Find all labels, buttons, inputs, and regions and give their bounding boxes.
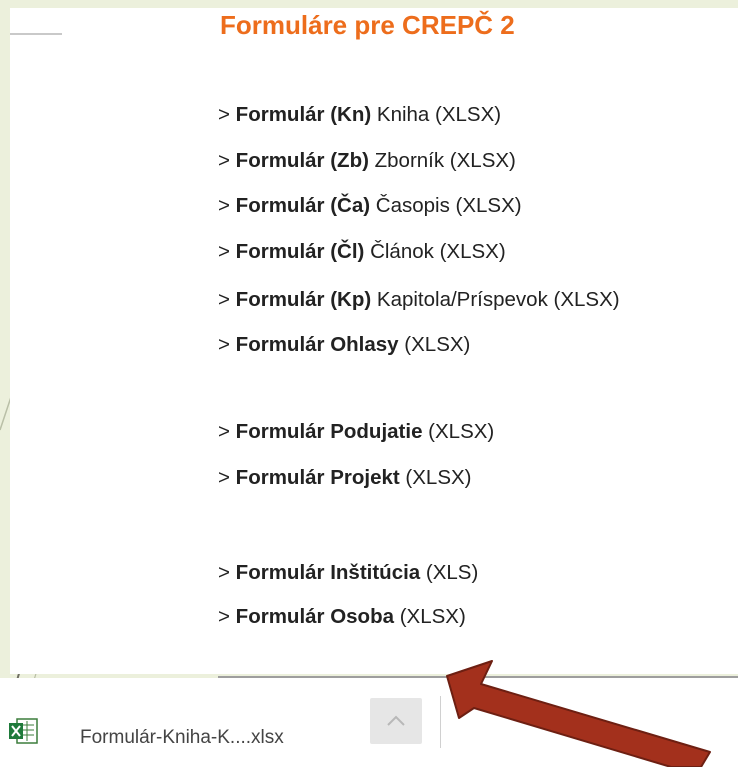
link-label: (XLS) bbox=[420, 561, 479, 584]
download-bar: Formulár-Kniha-K....xlsx bbox=[0, 678, 738, 767]
link-bold-label: Formulár Projekt bbox=[235, 466, 400, 489]
link-bold-label: Formulár Osoba bbox=[235, 605, 395, 628]
link-bold-label: Formulár Inštitúcia bbox=[235, 561, 421, 584]
link-bold-label: Formulár (Čl) bbox=[235, 240, 365, 263]
form-link-ohlasy[interactable]: > Formulár Ohlasy (XLSX) bbox=[218, 333, 470, 357]
link-prefix: > bbox=[218, 420, 236, 443]
link-label: Článok (XLSX) bbox=[364, 240, 506, 263]
link-prefix: > bbox=[218, 240, 236, 263]
link-bold-label: Formulár Ohlasy bbox=[235, 333, 399, 356]
link-bold-label: Formulár (Kp) bbox=[235, 288, 372, 311]
download-filename: Formulár-Kniha-K....xlsx bbox=[80, 727, 284, 748]
form-link-clanok[interactable]: > Formulár (Čl) Článok (XLSX) bbox=[218, 240, 506, 264]
link-label: Časopis (XLSX) bbox=[370, 194, 522, 217]
link-prefix: > bbox=[218, 466, 236, 489]
link-prefix: > bbox=[218, 288, 236, 311]
form-link-osoba[interactable]: > Formulár Osoba (XLSX) bbox=[218, 605, 466, 629]
link-label: Kapitola/Príspevok (XLSX) bbox=[371, 288, 620, 311]
link-label: (XLSX) bbox=[398, 333, 471, 356]
link-bold-label: Formulár (Zb) bbox=[235, 149, 369, 172]
chevron-up-icon bbox=[387, 715, 405, 726]
link-prefix: > bbox=[218, 103, 236, 126]
form-link-kapitola[interactable]: > Formulár (Kp) Kapitola/Príspevok (XLSX… bbox=[218, 288, 620, 312]
link-label: (XLSX) bbox=[422, 420, 495, 443]
link-bold-label: Formulár (Kn) bbox=[235, 103, 372, 126]
excel-file-icon bbox=[9, 718, 38, 744]
form-link-zbornik[interactable]: > Formulár (Zb) Zborník (XLSX) bbox=[218, 149, 516, 173]
download-item[interactable]: Formulár-Kniha-K....xlsx bbox=[8, 678, 438, 767]
page-title: Formuláre pre CREPČ 2 bbox=[220, 10, 515, 40]
download-menu-button[interactable] bbox=[370, 698, 422, 744]
link-label: Kniha (XLSX) bbox=[371, 103, 502, 126]
link-prefix: > bbox=[218, 561, 236, 584]
link-label: (XLSX) bbox=[399, 466, 472, 489]
link-prefix: > bbox=[218, 194, 236, 217]
download-divider bbox=[440, 696, 441, 748]
link-prefix: > bbox=[218, 333, 236, 356]
link-bold-label: Formulár Podujatie bbox=[235, 420, 423, 443]
link-prefix: > bbox=[218, 605, 236, 628]
link-label: (XLSX) bbox=[394, 605, 466, 628]
top-divider bbox=[10, 33, 62, 35]
form-link-projekt[interactable]: > Formulár Projekt (XLSX) bbox=[218, 466, 472, 490]
form-link-institucia[interactable]: > Formulár Inštitúcia (XLS) bbox=[218, 561, 478, 585]
form-link-podujatie[interactable]: > Formulár Podujatie (XLSX) bbox=[218, 420, 494, 444]
link-prefix: > bbox=[218, 149, 236, 172]
form-link-kniha[interactable]: > Formulár (Kn) Kniha (XLSX) bbox=[218, 103, 501, 127]
link-bold-label: Formulár (Ča) bbox=[235, 194, 371, 217]
form-link-casopis[interactable]: > Formulár (Ča) Časopis (XLSX) bbox=[218, 194, 522, 218]
link-label: Zborník (XLSX) bbox=[368, 149, 516, 172]
